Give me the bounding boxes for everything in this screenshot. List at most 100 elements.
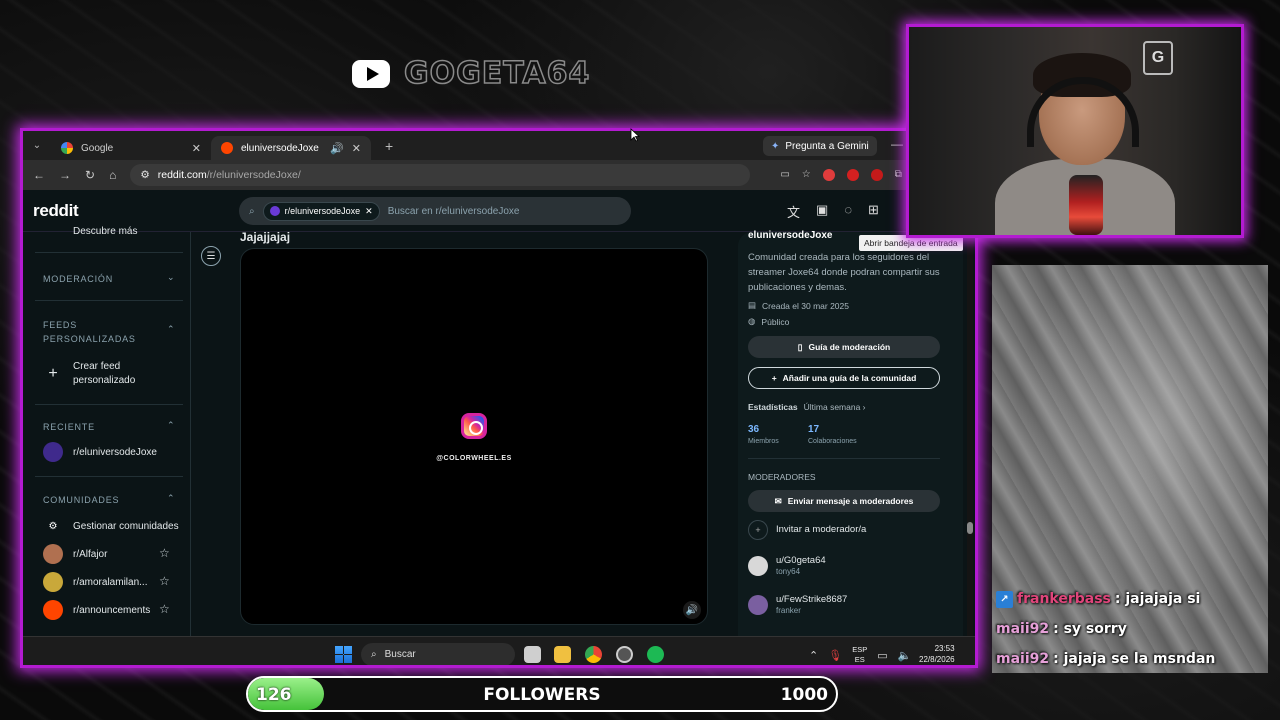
clock[interactable]: 23:53 22/8/2026 [919,643,955,665]
speaker-icon[interactable]: 🔊 [330,142,344,155]
chevron-down-icon[interactable]: ⌄ [167,272,175,283]
cast-icon[interactable]: ▭ [780,169,789,181]
create-icon[interactable]: ⊞ [868,202,879,221]
url-path: /r/eluniversodeJoxe/ [206,169,301,181]
channel-brand: GOGETA64 [352,55,590,92]
chat-badge-icon: ↗ [996,590,1013,608]
sidebar-item-community[interactable]: r/Alfajor [43,544,107,564]
scrollbar[interactable] [967,232,973,636]
star-icon[interactable]: ☆ [159,546,170,560]
mod-guide-button[interactable]: ▯ Guía de moderación [748,336,940,358]
gemini-button[interactable]: ✦ Pregunta a Gemini [763,136,877,156]
sidebar-item-recent[interactable]: r/eluniversodeJoxe [43,442,157,462]
volume-icon[interactable]: 🔊 [683,601,701,619]
home-icon[interactable]: ⌂ [109,168,116,182]
address-bar[interactable]: ⚙ reddit.com/r/eluniversodeJoxe/ [130,164,751,186]
scroll-thumb[interactable] [967,522,973,534]
bookmark-star-icon[interactable]: ☆ [802,169,811,181]
post-title[interactable]: Jajajjajaj [240,230,290,244]
globe-icon: ◍ [748,316,756,326]
spotify-icon[interactable] [647,646,664,663]
volume-icon[interactable]: 🔈 [898,649,912,662]
moderator-item[interactable]: u/FewStrike8687 franker [748,594,847,615]
chip-label: r/eluniversodeJoxe [284,206,361,216]
visibility-label: Público [761,316,790,327]
obs-icon[interactable] [616,646,633,663]
chat-text: : jajaja se la msndan [1053,651,1216,667]
windows-start-icon[interactable] [335,646,352,663]
forward-icon[interactable]: → [59,168,71,182]
moderator-flair: franker [776,606,801,615]
menu-icon[interactable]: ☰ [201,246,221,266]
chat-message: maii92 : sy sorry [996,614,1266,644]
chat-box: ↗ frankerbass : jajajaja si maii92 : sy … [996,584,1266,674]
invite-moderator[interactable]: + Invitar a moderador/a [748,520,866,540]
community-avatar [43,544,63,564]
language-indicator[interactable]: ESP ES [852,645,867,665]
chat-message: ↗ frankerbass : jajajaja si [996,584,1266,614]
close-icon[interactable]: ✕ [365,206,373,217]
ads-icon[interactable]: ▣ [816,202,828,221]
tab-title: eluniversodeJoxe [241,142,319,154]
section-custom-feeds[interactable]: FEEDS PERSONALIZADAS [43,318,135,346]
microphone-icon[interactable]: 🎙 [828,649,842,662]
network-icon[interactable]: ▭ [877,649,887,662]
url-host: reddit.com [157,169,207,181]
clock-time: 23:53 [934,644,955,653]
search-placeholder: Buscar en r/eluniversodeJoxe [387,205,520,217]
search-icon: ⌕ [371,649,377,660]
taskbar-search[interactable]: ⌕ Buscar [361,643,515,665]
chevron-up-icon[interactable]: ⌃ [809,649,818,662]
sidebar-item-community[interactable]: r/announcements [43,600,150,620]
avatar [748,594,768,615]
close-icon[interactable]: ✕ [192,142,201,155]
extension-icon[interactable] [846,169,859,181]
lang-top: ESP [852,645,868,654]
star-icon[interactable]: ☆ [159,602,170,616]
reload-icon[interactable]: ↻ [85,168,95,182]
moderator-item[interactable]: u/G0geta64 tony64 [748,555,826,576]
sidebar-item-discover[interactable]: Descubre más [43,226,137,237]
back-icon[interactable]: ← [33,168,45,182]
adblock-icon[interactable] [870,169,883,181]
minimize-icon[interactable]: — [891,137,903,151]
chevron-up-icon[interactable]: ⌃ [167,324,175,335]
sidebar-item-label: Gestionar comunidades [73,520,179,532]
post-media[interactable]: @COLORWHEEL.ES 🔊 [240,248,708,625]
tab-list-chevron-icon[interactable]: ⌄ [23,140,51,151]
star-icon[interactable]: ☆ [159,574,170,588]
section-communities[interactable]: COMUNIDADES [43,493,119,507]
chrome-icon[interactable] [585,646,602,663]
puzzle-icon[interactable]: ⧉ [895,169,902,181]
translate-icon[interactable]: 文 [787,202,800,221]
close-icon[interactable]: ✕ [352,142,361,155]
divider [35,476,183,477]
tab-reddit[interactable]: eluniversodeJoxe 🔊 ✕ [211,136,371,160]
tab-google[interactable]: Google ✕ [51,136,211,160]
chat-text: : jajajaja si [1114,591,1201,607]
divider [35,300,183,301]
file-explorer-icon[interactable] [554,646,571,663]
section-recent[interactable]: RECIENTE [43,420,95,434]
search-scope-chip[interactable]: r/eluniversodeJoxe ✕ [262,201,380,221]
new-tab-button[interactable]: + [385,138,393,154]
reddit-logo[interactable]: reddit [33,201,79,221]
chevron-up-icon[interactable]: ⌃ [167,493,175,504]
sidebar-item-community[interactable]: r/amoralamilan... [43,572,147,592]
microphone-icon [1069,175,1103,235]
windows-taskbar: ⌕ Buscar ⌃ 🎙 ESP ES ▭ 🔈 23:53 22/8/2026 [23,636,975,665]
stats-period[interactable]: Última semana › [804,402,866,412]
document-icon: ▯ [797,341,803,352]
add-guide-button[interactable]: + Añadir una guía de la comunidad [748,367,940,389]
sparkle-icon: ✦ [771,140,780,152]
sidebar-item-manage[interactable]: ⚙ Gestionar comunidades [43,516,179,536]
sidebar-item-create-feed[interactable]: + Crear feed personalizado [43,360,153,388]
extension-icon[interactable] [822,169,835,181]
site-info-icon[interactable]: ⚙ [140,169,149,181]
task-view-icon[interactable] [524,646,541,663]
message-mods-button[interactable]: ✉ Enviar mensaje a moderadores [748,490,940,512]
chat-icon[interactable]: ◌ [844,202,852,221]
chevron-up-icon[interactable]: ⌃ [167,420,175,431]
search-input[interactable]: ⌕ r/eluniversodeJoxe ✕ Buscar en r/eluni… [239,197,631,225]
section-moderation[interactable]: MODERACIÓN [43,272,113,286]
